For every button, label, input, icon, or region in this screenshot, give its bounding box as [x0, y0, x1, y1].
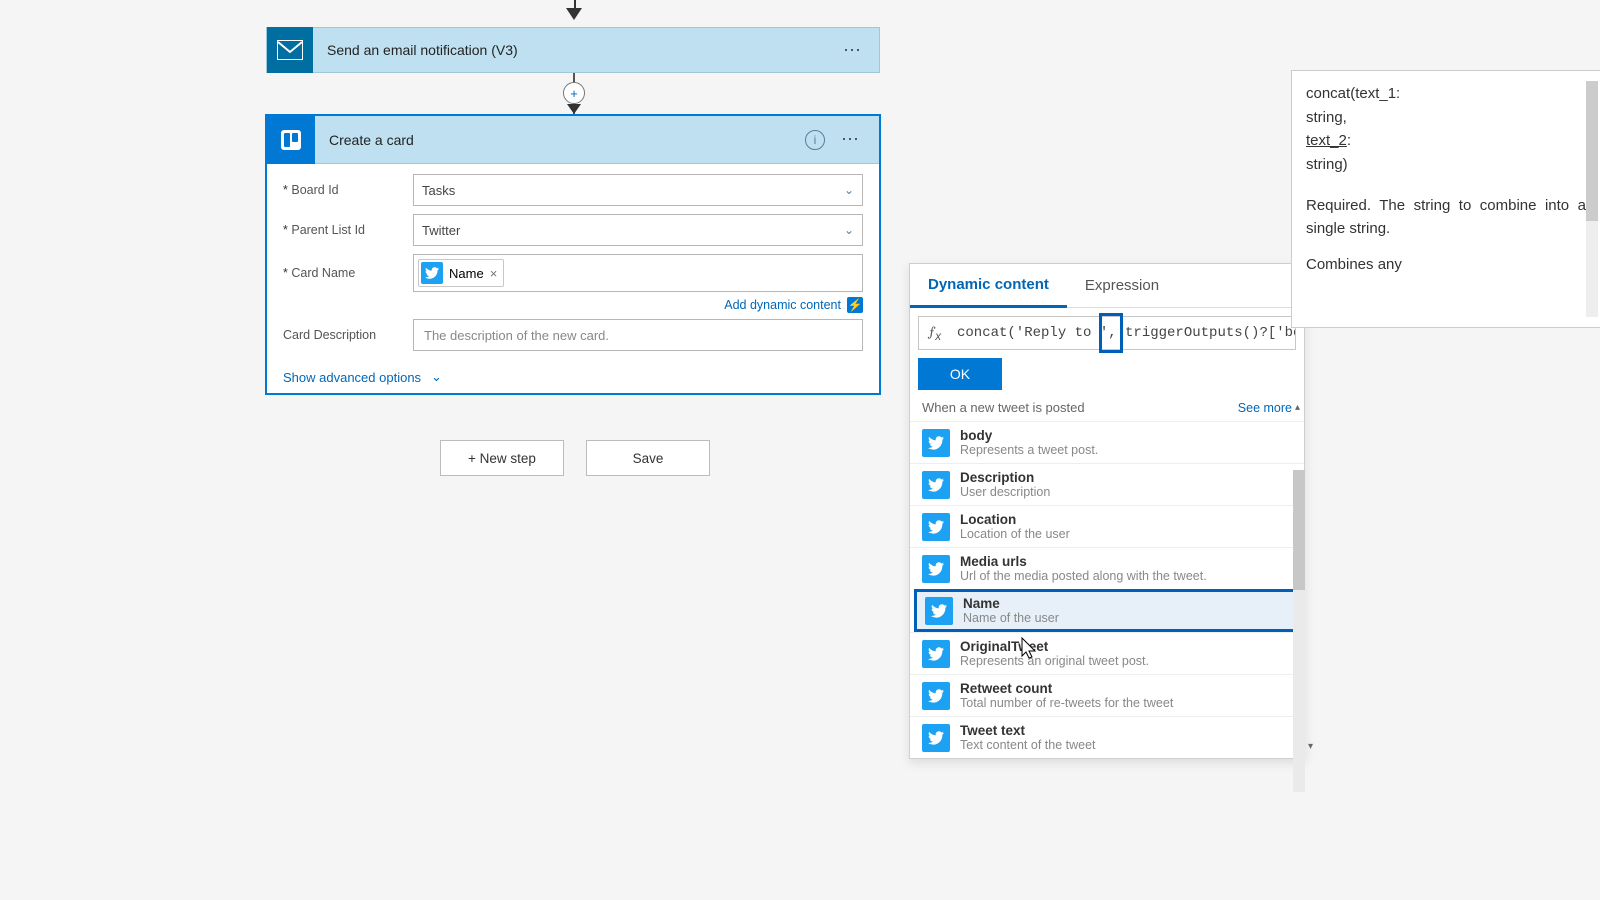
ok-button[interactable]: OK — [918, 358, 1002, 390]
twitter-icon — [922, 513, 950, 541]
field-name: body — [960, 428, 1098, 443]
chevron-down-icon: ⌄ — [844, 223, 854, 237]
source-label: When a new tweet is posted — [922, 400, 1085, 415]
chevron-down-icon: ⌄ — [844, 183, 854, 197]
twitter-icon — [922, 724, 950, 752]
email-icon — [267, 27, 313, 73]
scroll-up-icon[interactable]: ▴ — [1295, 402, 1300, 413]
arrow-into-email — [572, 0, 578, 22]
board-id-dropdown[interactable]: Tasks ⌄ — [413, 174, 863, 206]
field-item-name[interactable]: NameName of the user — [914, 589, 1300, 632]
save-button[interactable]: Save — [586, 440, 710, 476]
field-description: Name of the user — [963, 611, 1059, 625]
board-id-label: * Board Id — [283, 183, 413, 197]
field-item-retweet-count[interactable]: Retweet countTotal number of re-tweets f… — [910, 674, 1304, 716]
card-description-label: Card Description — [283, 328, 413, 342]
field-item-body[interactable]: bodyRepresents a tweet post. — [910, 421, 1304, 463]
twitter-icon — [421, 262, 443, 284]
card-name-input[interactable]: Name × — [413, 254, 863, 292]
field-description: Represents a tweet post. — [960, 443, 1098, 457]
field-item-description[interactable]: DescriptionUser description — [910, 463, 1304, 505]
see-more-link[interactable]: See more — [1238, 401, 1292, 415]
field-item-tweet-text[interactable]: Tweet textText content of the tweet — [910, 716, 1304, 758]
field-description: Location of the user — [960, 527, 1070, 541]
dynamic-field-list: bodyRepresents a tweet post.DescriptionU… — [910, 421, 1304, 758]
field-item-media-urls[interactable]: Media urlsUrl of the media posted along … — [910, 547, 1304, 589]
twitter-icon — [922, 682, 950, 710]
field-name: Media urls — [960, 554, 1207, 569]
card-description-placeholder: The description of the new card. — [424, 328, 609, 343]
action-title: Send an email notification (V3) — [327, 42, 518, 58]
show-advanced-options[interactable]: Show advanced options ⌄ — [283, 359, 863, 389]
parent-list-label: * Parent List Id — [283, 223, 413, 237]
twitter-icon — [922, 471, 950, 499]
field-description: User description — [960, 485, 1050, 499]
action-more-button[interactable]: ⋯ — [843, 40, 863, 61]
new-step-button[interactable]: + New step — [440, 440, 564, 476]
twitter-icon — [922, 555, 950, 583]
field-description: Total number of re-tweets for the tweet — [960, 696, 1173, 710]
tab-expression[interactable]: Expression — [1067, 264, 1177, 307]
list-scrollbar[interactable] — [1293, 470, 1305, 792]
card-name-label: * Card Name — [283, 266, 413, 280]
token-label: Name — [449, 266, 484, 281]
trello-title: Create a card — [329, 132, 414, 148]
tooltip-scrollbar[interactable] — [1586, 81, 1598, 317]
action-send-email[interactable]: Send an email notification (V3) ⋯ — [266, 27, 880, 73]
dynamic-token-name[interactable]: Name × — [418, 259, 504, 287]
source-header: When a new tweet is posted See more ▴ — [910, 396, 1304, 421]
field-description: Text content of the tweet — [960, 738, 1096, 752]
twitter-icon — [925, 597, 953, 625]
field-name: Description — [960, 470, 1050, 485]
field-name: Retweet count — [960, 681, 1173, 696]
insert-step-button[interactable]: + — [563, 82, 585, 104]
twitter-icon — [922, 640, 950, 668]
parent-list-dropdown[interactable]: Twitter ⌄ — [413, 214, 863, 246]
expression-cursor-highlight — [1099, 313, 1123, 353]
expression-help-tooltip: concat(text_1: string, text_2: string) R… — [1291, 70, 1600, 328]
trello-more-button[interactable]: ⋯ — [841, 129, 861, 150]
field-item-originaltweet[interactable]: OriginalTweetRepresents an original twee… — [910, 632, 1304, 674]
field-name: Location — [960, 512, 1070, 527]
field-description: Represents an original tweet post. — [960, 654, 1149, 668]
fx-icon: ƒx — [919, 323, 951, 343]
trello-icon — [267, 116, 315, 164]
scrollbar-thumb[interactable] — [1293, 470, 1305, 590]
parent-list-value: Twitter — [422, 223, 460, 238]
field-name: Tweet text — [960, 723, 1096, 738]
arrow-mid — [567, 104, 581, 114]
board-id-value: Tasks — [422, 183, 455, 198]
twitter-icon — [922, 429, 950, 457]
scrollbar-thumb[interactable] — [1586, 81, 1598, 221]
info-icon[interactable]: i — [805, 130, 825, 150]
chevron-down-icon: ⌄ — [431, 369, 442, 385]
add-dynamic-content-link[interactable]: Add dynamic content ⚡ — [724, 297, 863, 313]
field-description: Url of the media posted along with the t… — [960, 569, 1207, 583]
field-item-location[interactable]: LocationLocation of the user — [910, 505, 1304, 547]
field-name: OriginalTweet — [960, 639, 1149, 654]
card-description-input[interactable]: The description of the new card. — [413, 319, 863, 351]
field-name: Name — [963, 596, 1059, 611]
scroll-down-icon[interactable]: ▾ — [1308, 741, 1313, 752]
token-remove-button[interactable]: × — [490, 266, 498, 281]
tab-dynamic-content[interactable]: Dynamic content — [910, 264, 1067, 308]
expression-text: concat('Reply to ', triggerOutputs()?['b… — [951, 325, 1295, 341]
action-create-card: Create a card i ⋯ * Board Id Tasks ⌄ * P… — [265, 114, 881, 395]
plus-icon: ⚡ — [847, 297, 863, 313]
trello-header[interactable]: Create a card i ⋯ — [267, 116, 879, 164]
